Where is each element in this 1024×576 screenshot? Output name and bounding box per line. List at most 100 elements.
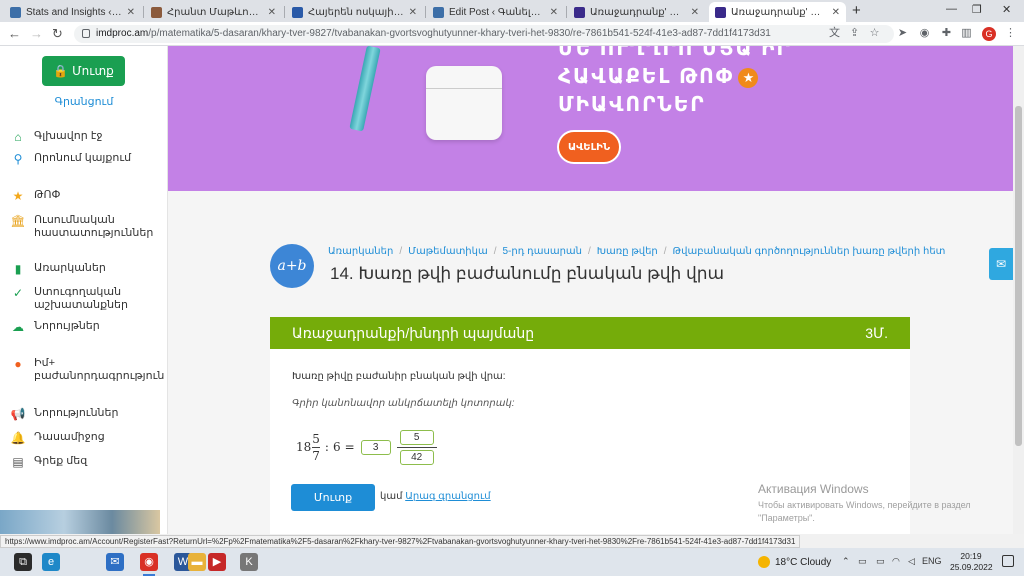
browser-menu-icon[interactable]: ⋮ [1004,27,1017,40]
breadcrumb-link[interactable]: 5-րդ դասարան [503,246,583,257]
taskbar-clock[interactable]: 20:19 25.09.2022 [950,551,993,573]
close-window-button[interactable]: ✕ [1002,3,1011,16]
sidebar-item[interactable]: ▮ Առարկաներ [10,262,164,276]
restore-button[interactable]: ❐ [972,3,982,16]
sidebar-item[interactable]: ⚲ Որոնում կայքում [10,152,164,166]
browser-tab[interactable]: Առաջադրանք' Խառը թվի ✕ [568,2,705,22]
chrome-icon[interactable]: ◉ [140,553,158,576]
breadcrumb-link[interactable]: Թվաբանական գործողություններ խառը թվերի հ… [673,246,946,257]
sidebar-item[interactable]: ☁ Նորույթներ [10,320,164,334]
tab-separator [425,6,426,18]
breadcrumb-link[interactable]: Առարկաներ [328,246,393,257]
browser-tab[interactable]: Stats and Insights ‹ Գանելի ✕ [4,2,141,22]
bookmark-star-icon[interactable]: ☆ [868,27,881,40]
promo-banner[interactable]: ՄԵ ՈՒՂՂՐՈ ՄՅԱ ԻՐ ՀԱՎԱՔԵԼ ԹՈՓ ★ ՄԻԱՎՈՐՆԵՐ … [168,46,1013,191]
feedback-mail-button[interactable]: ✉ [989,248,1013,280]
lock-icon[interactable] [82,29,90,38]
sidebar-ad-image[interactable] [0,510,160,534]
signin-button[interactable]: 🔒 Մուտք [42,56,125,86]
register-link[interactable]: Գրանցում [0,95,168,108]
share-icon[interactable]: ⇪ [848,27,861,40]
back-icon[interactable]: ← [8,26,21,41]
answer-numerator-input[interactable]: 5 [399,429,434,445]
page-scrollbar[interactable] [1013,46,1024,534]
minimize-button[interactable]: — [946,3,957,15]
sidebar-item[interactable]: 🏛 Ուսումնական հաստատություններ [10,214,164,240]
sidebar-item[interactable]: ▤ Գրեք մեզ [10,455,164,469]
scrollbar-thumb[interactable] [1015,106,1022,446]
tray-chevron-icon[interactable]: ⌃ [842,556,850,567]
divide-sign: : [324,440,329,454]
tab-close-icon[interactable]: ✕ [550,7,558,18]
profile-avatar[interactable]: G [982,27,996,41]
cloud-upload-icon: ☁ [12,320,24,334]
equals-sign: = [344,440,355,454]
quick-register-link[interactable]: Արագ գրանցում [405,491,490,502]
tray-flag-icon[interactable]: ▭ [858,556,867,567]
explorer-icon[interactable]: ▬ [188,553,206,571]
forward-icon[interactable]: → [30,26,43,41]
edge-icon[interactable]: e [42,553,60,571]
sidebar-item[interactable]: ⌂ Գլխավոր էջ [10,130,164,144]
task-view-icon[interactable]: ⧉ [14,553,32,571]
wifi-icon[interactable]: ◠ [892,556,900,567]
sidebar-item[interactable]: 🔔 Դասամիջոց [10,431,164,445]
sidebar-item[interactable]: 📢 Նորություններ [10,407,164,421]
extensions-puzzle-icon[interactable]: ✚ [940,27,953,40]
tab-title: Առաջադրանք' Խառը թվի [731,6,828,18]
sidebar-item[interactable]: ● Իմ+ բաժանորդագրություն [10,357,164,383]
weather-widget[interactable]: 18°C Cloudy [758,556,831,568]
tab-close-icon[interactable]: ✕ [268,7,276,18]
sidepanel-icon[interactable]: ▥ [960,27,973,40]
breadcrumb-separator: / [399,246,403,257]
sidebar-item-label: ԹՈՓ [34,189,61,201]
or-register-line: կամ Արագ գրանցում [380,491,491,502]
answer-denominator-input[interactable]: 42 [399,449,434,465]
3d-pen-image [349,46,381,132]
new-tab-button[interactable]: + [852,2,861,19]
media-icon[interactable]: ▶ [208,553,226,571]
extension-arrow-icon[interactable]: ➤ [896,27,909,40]
extension-record-icon[interactable]: ◉ [918,27,931,40]
banner-more-button[interactable]: ԱՎԵԼԻՆ [557,130,621,164]
network-icon[interactable]: ▭ [876,556,885,567]
browser-tab[interactable]: Հայերեն ոսկային բառարան ✕ [286,2,423,22]
breadcrumb-link[interactable]: Մաթեմատիկա [408,246,488,257]
sidebar-item[interactable]: ★ ԹՈՓ [10,189,164,203]
tab-close-icon[interactable]: ✕ [691,7,699,18]
tab-favicon-icon [10,6,21,18]
task-points: 3Մ. [865,324,888,341]
browser-tab-strip: Stats and Insights ‹ Գանելի✕Հրանտ Մաթևոս… [0,0,1024,22]
language-indicator[interactable]: ENG [922,556,942,566]
mail-icon[interactable]: ✉ [106,553,124,571]
mixed-fraction: 5 7 [312,432,320,463]
activation-watermark-title: Активация Windows [758,482,869,496]
activation-watermark-body: Чтобы активировать Windows, перейдите в … [758,500,971,523]
browser-tab[interactable]: Edit Post ‹ Գանելի Բարձր ✕ [427,2,564,22]
tab-close-icon[interactable]: ✕ [832,7,840,18]
banner-line-2: ՀԱՎԱՔԵԼ ԹՈՓ ★ [558,64,759,89]
banner-line-3: ՄԻԱՎՈՐՆԵՐ [558,94,706,116]
tab-close-icon[interactable]: ✕ [409,7,417,18]
sidebar-item-label: Գրեք մեզ [34,455,88,467]
url-text[interactable]: imdproc.am/p/matematika/5-dasaran/khary-… [96,28,771,39]
reload-icon[interactable]: ↻ [52,26,63,42]
sidebar-item[interactable]: ✓ Ստուգողական աշխատանքներ [10,286,164,312]
task-header: Առաջադրանքի/խնդրի պայմանը 3Մ. [270,317,910,349]
sidebar-item-label: Ստուգողական աշխատանքներ [34,286,129,311]
translate-icon[interactable]: 文 [828,27,841,40]
browser-tab[interactable]: Առաջադրանք' Խառը թվի ✕ [709,2,846,22]
browser-tab[interactable]: Հրանտ Մաթևոսյան «Հաց» ✕ [145,2,282,22]
app-k-icon[interactable]: K [240,553,258,571]
volume-icon[interactable]: ◁ [908,556,915,567]
megaphone-icon: 📢 [10,407,26,421]
sidebar-item-label: Նորույթներ [34,320,100,332]
tab-title: Հայերեն ոսկային բառարան [308,6,405,18]
answer-login-button[interactable]: Մուտք [291,484,375,511]
tab-close-icon[interactable]: ✕ [127,7,135,18]
answer-whole-input[interactable]: 3 [360,439,391,455]
address-bar[interactable]: imdproc.am/p/matematika/5-dasaran/khary-… [74,25,894,43]
tab-separator [284,6,285,18]
notification-icon[interactable] [1002,555,1014,567]
breadcrumb-link[interactable]: Խառը թվեր [597,246,658,257]
